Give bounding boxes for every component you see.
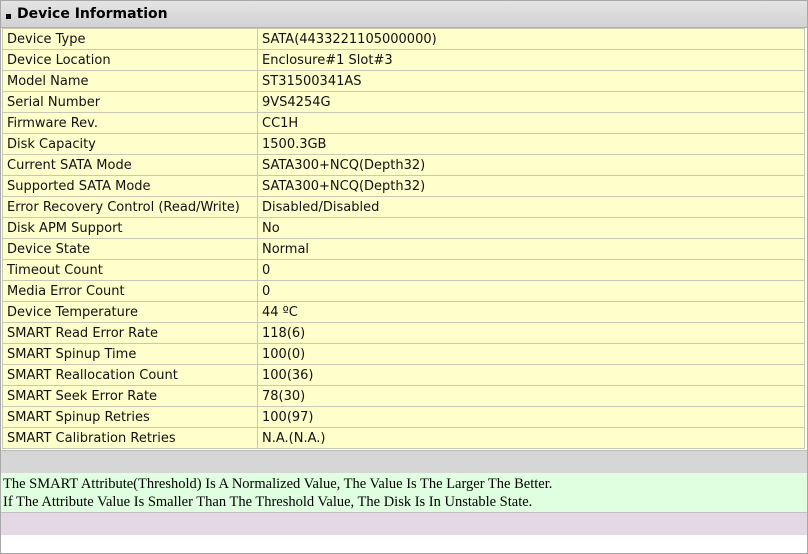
row-value: ST31500341AS (257, 70, 805, 92)
row-label: Disk APM Support (2, 217, 258, 239)
row-value: N.A.(N.A.) (257, 427, 805, 449)
row-label: Firmware Rev. (2, 112, 258, 134)
row-value: 9VS4254G (257, 91, 805, 113)
smart-notes: The SMART Attribute(Threshold) Is A Norm… (1, 473, 807, 512)
row-label: Serial Number (2, 91, 258, 113)
row-label: SMART Reallocation Count (2, 364, 258, 386)
table-footer-bar (1, 450, 807, 473)
row-value: 0 (257, 280, 805, 302)
smart-note-line-1: The SMART Attribute(Threshold) Is A Norm… (3, 476, 553, 492)
table-row: Device State Normal (2, 238, 805, 260)
table-row: Device Temperature 44 ºC (2, 301, 805, 323)
row-label: SMART Spinup Retries (2, 406, 258, 428)
table-row: SMART Calibration Retries N.A.(N.A.) (2, 427, 805, 449)
device-information-panel: Device Information Device Type SATA(44332… (0, 0, 808, 554)
row-value: SATA300+NCQ(Depth32) (257, 175, 805, 197)
panel-footer-bar (1, 512, 807, 535)
row-label: Current SATA Mode (2, 154, 258, 176)
row-label: SMART Read Error Rate (2, 322, 258, 344)
panel-header: Device Information (1, 1, 807, 28)
table-row: SMART Seek Error Rate 78(30) (2, 385, 805, 407)
row-label: Media Error Count (2, 280, 258, 302)
row-value: No (257, 217, 805, 239)
row-label: SMART Calibration Retries (2, 427, 258, 449)
panel-title: Device Information (17, 6, 168, 22)
row-label: Supported SATA Mode (2, 175, 258, 197)
row-value: Enclosure#1 Slot#3 (257, 49, 805, 71)
row-label: Disk Capacity (2, 133, 258, 155)
row-value: 100(36) (257, 364, 805, 386)
square-bullet-icon (6, 13, 11, 19)
row-value: SATA300+NCQ(Depth32) (257, 154, 805, 176)
row-value: 1500.3GB (257, 133, 805, 155)
row-value: Normal (257, 238, 805, 260)
row-label: Error Recovery Control (Read/Write) (2, 196, 258, 218)
table-row: Device Type SATA(4433221105000000) (2, 28, 805, 50)
table-row: Media Error Count 0 (2, 280, 805, 302)
row-value: 44 ºC (257, 301, 805, 323)
row-value: 78(30) (257, 385, 805, 407)
table-row: SMART Spinup Retries 100(97) (2, 406, 805, 428)
row-value: 118(6) (257, 322, 805, 344)
row-label: Device State (2, 238, 258, 260)
table-row: Disk Capacity 1500.3GB (2, 133, 805, 155)
row-value: CC1H (257, 112, 805, 134)
row-label: Device Temperature (2, 301, 258, 323)
row-label: Model Name (2, 70, 258, 92)
row-value: 100(0) (257, 343, 805, 365)
row-label: SMART Seek Error Rate (2, 385, 258, 407)
row-label: SMART Spinup Time (2, 343, 258, 365)
row-value: 100(97) (257, 406, 805, 428)
table-row: Device Location Enclosure#1 Slot#3 (2, 49, 805, 71)
table-row: Error Recovery Control (Read/Write) Disab… (2, 196, 805, 218)
table-row: SMART Reallocation Count 100(36) (2, 364, 805, 386)
smart-note-line-2: If The Attribute Value Is Smaller Than T… (3, 494, 533, 510)
table-row: Disk APM Support No (2, 217, 805, 239)
row-label: Device Location (2, 49, 258, 71)
table-row: Serial Number 9VS4254G (2, 91, 805, 113)
table-row: Firmware Rev. CC1H (2, 112, 805, 134)
table-row: Current SATA Mode SATA300+NCQ(Depth32) (2, 154, 805, 176)
table-row: Supported SATA Mode SATA300+NCQ(Depth32) (2, 175, 805, 197)
device-info-table: Device Type SATA(4433221105000000) Device… (2, 28, 805, 449)
row-value: Disabled/Disabled (257, 196, 805, 218)
table-row: SMART Spinup Time 100(0) (2, 343, 805, 365)
row-label: Device Type (2, 28, 258, 50)
table-row: Model Name ST31500341AS (2, 70, 805, 92)
row-value: SATA(4433221105000000) (257, 28, 805, 50)
table-row: Timeout Count 0 (2, 259, 805, 281)
row-label: Timeout Count (2, 259, 258, 281)
table-row: SMART Read Error Rate 118(6) (2, 322, 805, 344)
row-value: 0 (257, 259, 805, 281)
